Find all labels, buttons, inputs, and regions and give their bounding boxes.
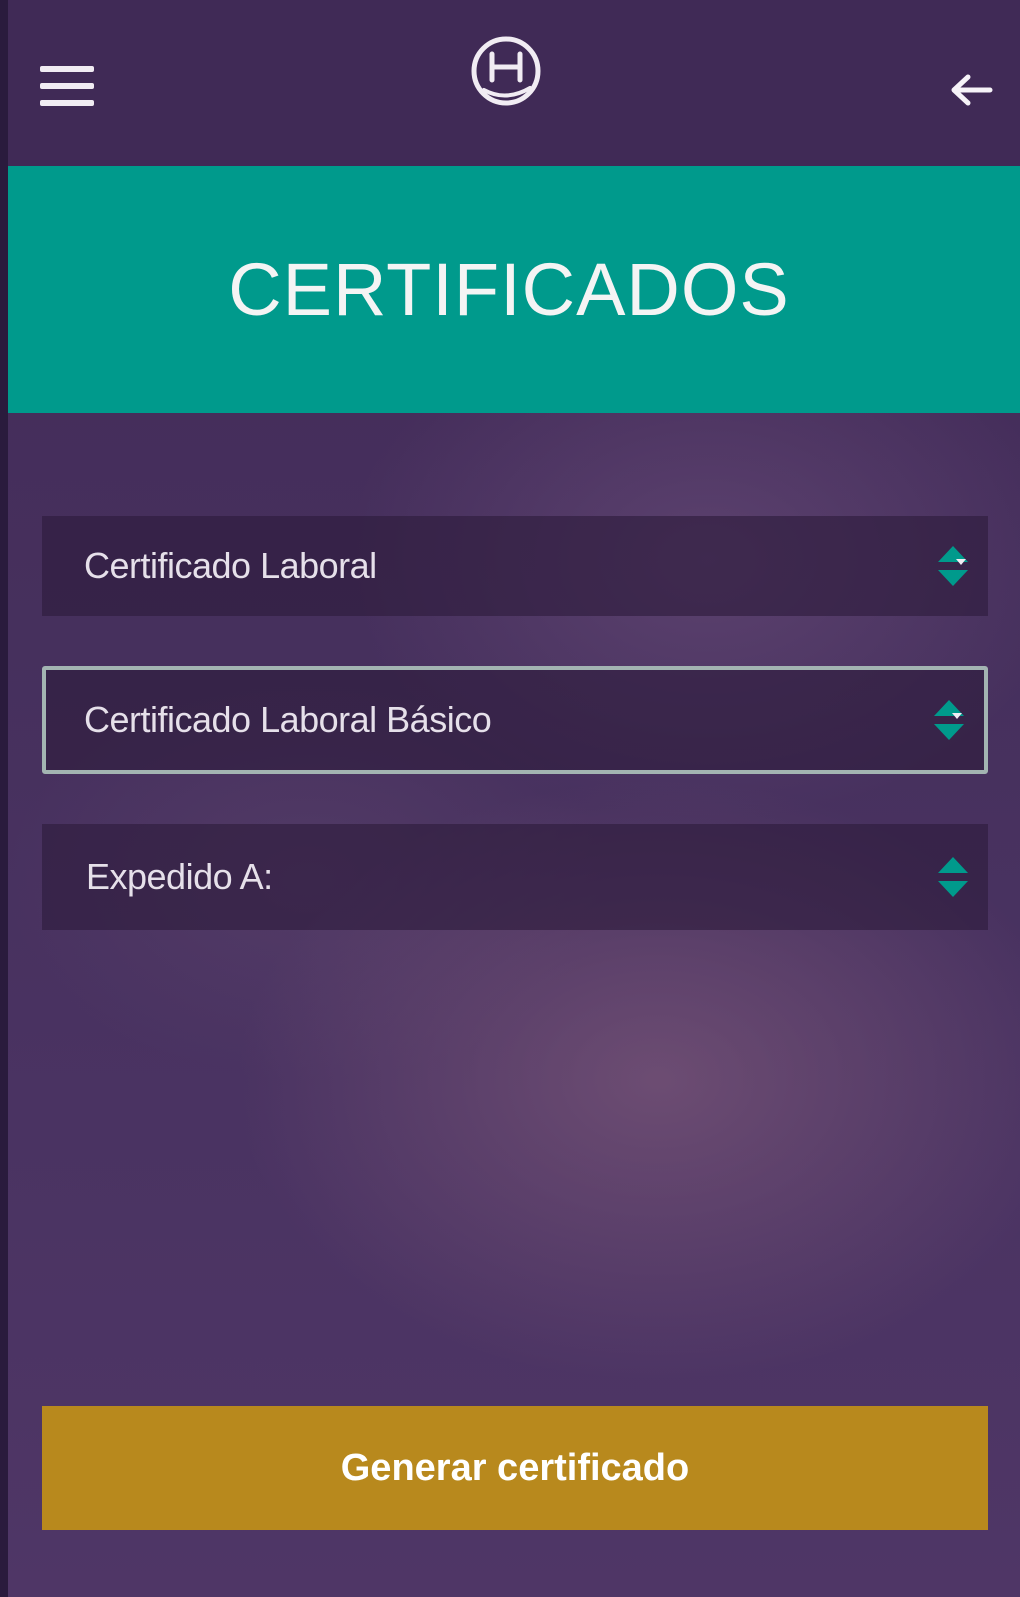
hamburger-menu-icon[interactable] <box>40 66 96 110</box>
certificate-subtype-value: Certificado Laboral Básico <box>84 699 492 740</box>
page-title: CERTIFICADOS <box>228 248 790 331</box>
addressed-to-select[interactable]: Expedido A: <box>42 824 988 930</box>
top-bar <box>8 0 1020 166</box>
addressed-to-value: Expedido A: <box>86 856 273 897</box>
certificate-type-select[interactable]: Certificado Laboral <box>42 516 988 616</box>
select-arrows-icon <box>934 700 964 740</box>
logo-icon <box>471 36 541 106</box>
page-title-banner: CERTIFICADOS <box>8 166 1020 413</box>
back-arrow-icon[interactable] <box>948 70 994 110</box>
generate-certificate-button[interactable]: Generar certificado <box>42 1406 988 1530</box>
certificate-type-value: Certificado Laboral <box>84 545 377 586</box>
certificate-subtype-select[interactable]: Certificado Laboral Básico <box>42 666 988 774</box>
select-arrows-icon <box>938 546 968 586</box>
select-arrows-icon <box>938 857 968 897</box>
app-screen: CERTIFICADOS Certificado Laboral Certifi… <box>8 0 1020 1597</box>
